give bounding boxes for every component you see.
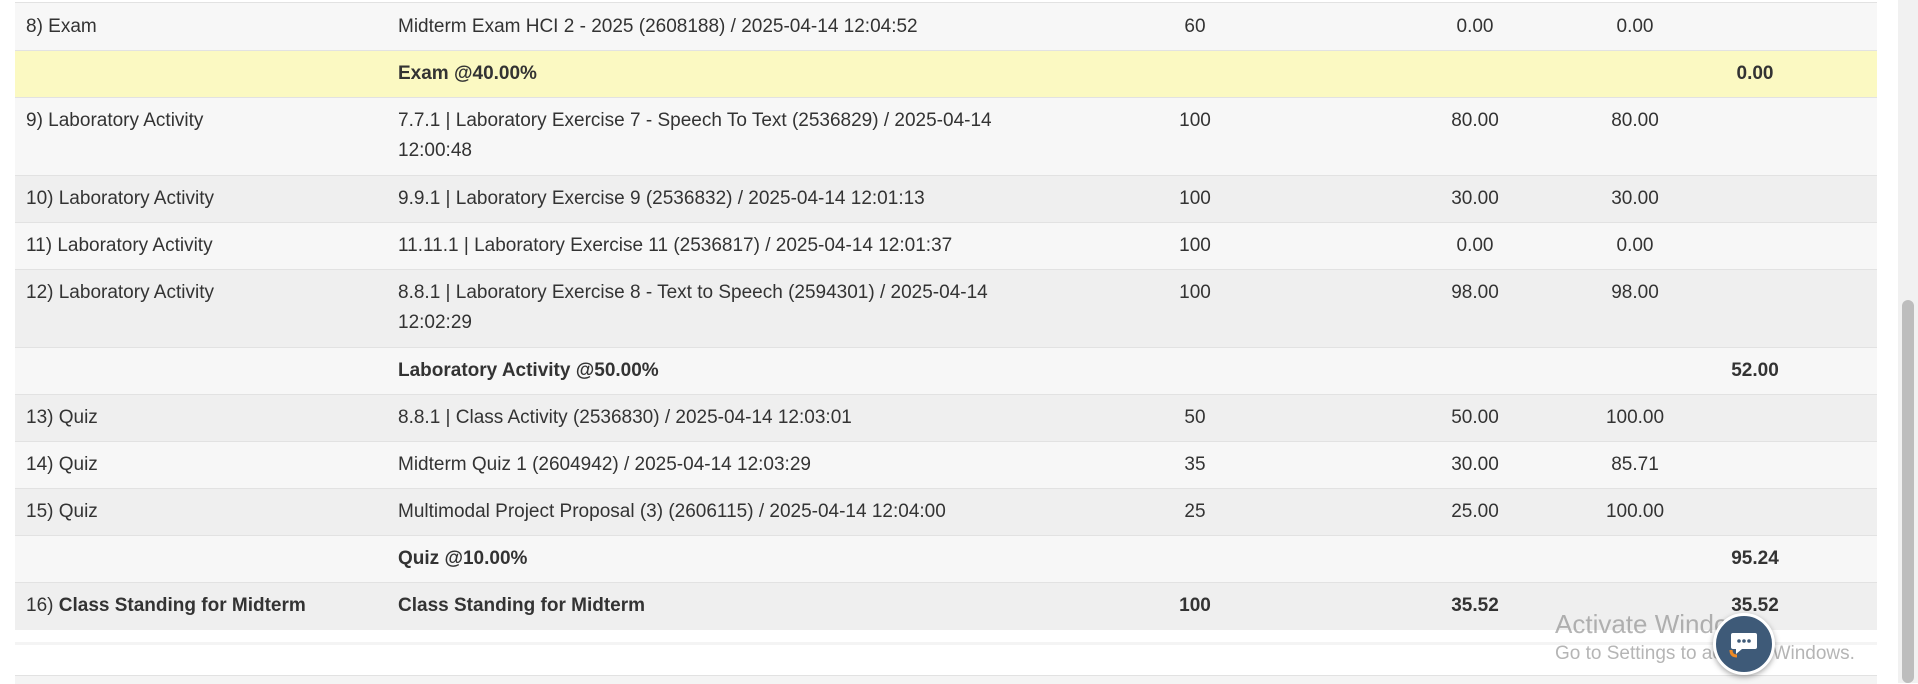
row-items: 100 (1179, 595, 1211, 616)
scrollbar-thumb[interactable] (1902, 300, 1914, 683)
row-items: 25 (1184, 501, 1206, 522)
row-category: 9) Laboratory Activity (26, 110, 204, 131)
row-score: 80.00 (1451, 110, 1499, 131)
row-category: 8) Exam (26, 16, 97, 37)
activation-watermark: Activate Windows Go to Settings to activ… (1555, 607, 1855, 667)
row-description: Multimodal Project Proposal (3) (2606115… (398, 501, 946, 522)
table-row: 9) Laboratory Activity 7.7.1 | Laborator… (15, 97, 1877, 175)
row-items: 100 (1179, 235, 1211, 256)
row-category: 13) Quiz (26, 407, 98, 428)
row-score: 0.00 (1456, 16, 1494, 37)
row-percent: 30.00 (1611, 188, 1659, 209)
row-score: 50.00 (1451, 407, 1499, 428)
row-items: 60 (1184, 16, 1206, 37)
row-description: Midterm Quiz 1 (2604942) / 2025-04-14 12… (398, 454, 811, 475)
chat-bubble-icon (1729, 633, 1757, 658)
row-percent: 100.00 (1605, 501, 1665, 522)
row-items: 100 (1179, 188, 1211, 209)
row-category: 15) Quiz (26, 501, 98, 522)
table-row: 15) Quiz Multimodal Project Proposal (3)… (15, 488, 1877, 535)
vertical-scrollbar[interactable] (1898, 0, 1918, 683)
row-description: Class Standing for Midterm (398, 595, 646, 616)
row-description: 8.8.1 | Class Activity (2536830) / 2025-… (398, 407, 852, 428)
row-score: 98.00 (1451, 282, 1499, 303)
watermark-subtitle: Go to Settings to activate Windows. (1555, 643, 1855, 664)
row-description: 7.7.1 | Laboratory Exercise 7 - Speech T… (398, 110, 992, 161)
row-score: 30.00 (1451, 188, 1499, 209)
subtotal-label: Laboratory Activity @50.00% (398, 360, 659, 381)
row-percent: 85.71 (1611, 454, 1659, 475)
row-category: 11) Laboratory Activity (26, 235, 213, 256)
subtotal-row: Laboratory Activity @50.00% 52.00 (15, 347, 1877, 394)
row-description: 9.9.1 | Laboratory Exercise 9 (2536832) … (398, 188, 925, 209)
row-percent: 0.00 (1616, 16, 1654, 37)
row-description: Midterm Exam HCI 2 - 2025 (2608188) / 20… (398, 16, 918, 37)
row-category: 16) Class Standing for Midterm (26, 591, 306, 621)
row-score: 0.00 (1456, 235, 1494, 256)
row-items: 100 (1179, 282, 1211, 303)
subtotal-label: Exam @40.00% (398, 63, 537, 84)
grades-table: 8) Exam Midterm Exam HCI 2 - 2025 (26081… (15, 0, 1877, 630)
row-items: 100 (1179, 110, 1211, 131)
row-category: 10) Laboratory Activity (26, 188, 214, 209)
subtotal-row: Quiz @10.00% 95.24 (15, 535, 1877, 582)
row-category: 12) Laboratory Activity (26, 282, 214, 303)
chat-button[interactable] (1713, 613, 1775, 675)
row-percent: 80.00 (1611, 110, 1659, 131)
row-category: 14) Quiz (26, 454, 98, 475)
table-row: 13) Quiz 8.8.1 | Class Activity (2536830… (15, 394, 1877, 441)
watermark-title: Activate Windows (1555, 609, 1761, 639)
table-row: 11) Laboratory Activity 11.11.1 | Labora… (15, 222, 1877, 269)
row-number: 16) (26, 595, 54, 616)
row-items: 35 (1184, 454, 1206, 475)
table-row: 12) Laboratory Activity 8.8.1 | Laborato… (15, 269, 1877, 347)
row-score: 35.52 (1451, 595, 1499, 616)
subtotal-grade: 0.00 (1736, 63, 1774, 84)
row-percent: 0.00 (1616, 235, 1654, 256)
subtotal-grade: 52.00 (1731, 360, 1779, 381)
table-row: 8) Exam Midterm Exam HCI 2 - 2025 (26081… (15, 2, 1877, 50)
table-row: 14) Quiz Midterm Quiz 1 (2604942) / 2025… (15, 441, 1877, 488)
row-items: 50 (1184, 407, 1206, 428)
row-description: 11.11.1 | Laboratory Exercise 11 (253681… (398, 235, 953, 256)
subtotal-grade: 95.24 (1731, 548, 1779, 569)
row-description: 8.8.1 | Laboratory Exercise 8 - Text to … (398, 282, 988, 333)
row-percent: 98.00 (1611, 282, 1659, 303)
row-category-label: Class Standing for Midterm (58, 595, 306, 616)
subtotal-row: Exam @40.00% 0.00 (15, 50, 1877, 97)
row-percent: 100.00 (1605, 407, 1665, 428)
table-row: 10) Laboratory Activity 9.9.1 | Laborato… (15, 175, 1877, 222)
row-score: 30.00 (1451, 454, 1499, 475)
subtotal-label: Quiz @10.00% (398, 548, 528, 569)
row-score: 25.00 (1451, 501, 1499, 522)
